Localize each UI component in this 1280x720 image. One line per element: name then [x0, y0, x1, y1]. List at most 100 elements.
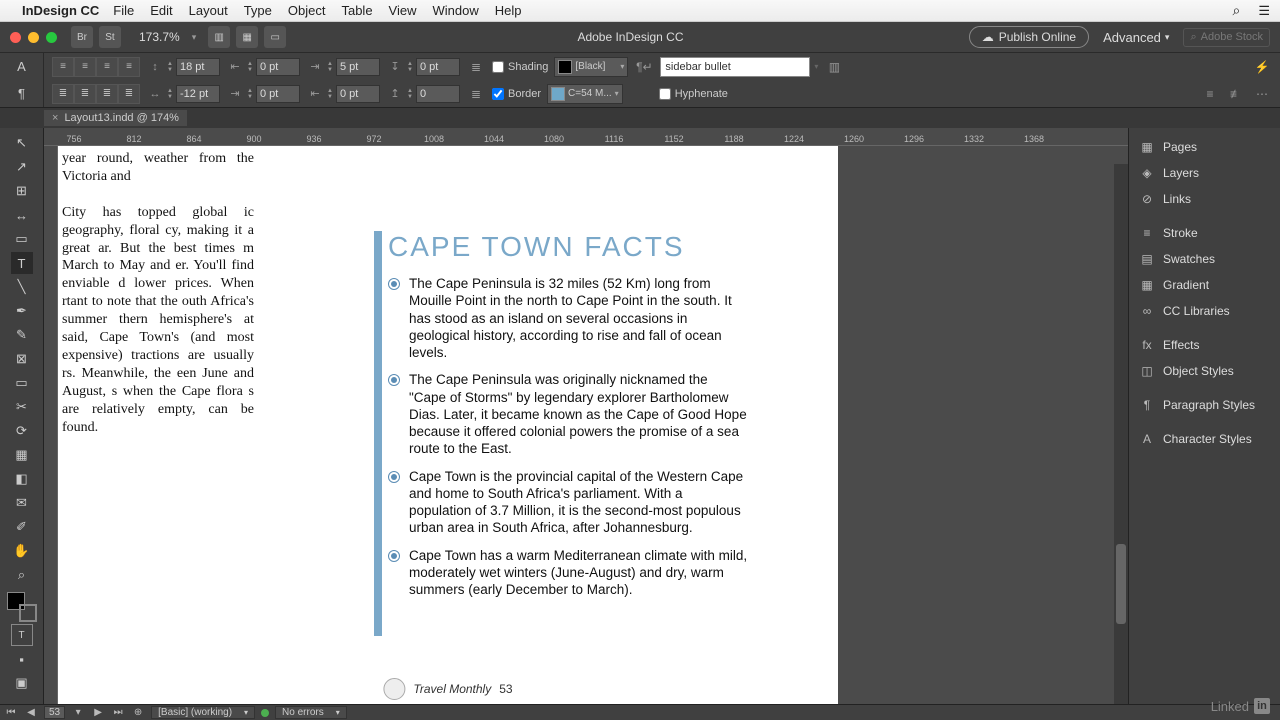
prev-page-icon[interactable]: ◀ [24, 707, 38, 718]
gradient-feather-tool-icon[interactable]: ◧ [11, 468, 33, 490]
space-after-field[interactable]: ↥▲▼ [386, 85, 460, 103]
panel-paragraph-styles[interactable]: ¶Paragraph Styles [1129, 392, 1280, 418]
panel-effects[interactable]: fxEffects [1129, 332, 1280, 358]
justify-right-icon[interactable]: ≣ [96, 84, 118, 104]
tracking-field[interactable]: ↔▲▼ [146, 85, 220, 103]
justify-all-icon[interactable]: ≣ [118, 84, 140, 104]
panel-stroke[interactable]: ≡Stroke [1129, 220, 1280, 246]
arrange-icon[interactable]: ▭ [264, 26, 286, 48]
panel-cc-libraries[interactable]: ∞CC Libraries [1129, 298, 1280, 324]
menu-window[interactable]: Window [433, 3, 479, 18]
menu-icon[interactable]: ☰ [1258, 3, 1270, 19]
selection-tool-icon[interactable]: ↖ [11, 132, 33, 154]
align-justify-icon[interactable]: ≡ [118, 57, 140, 77]
bridge-icon[interactable]: Br [71, 26, 93, 48]
preflight-selector[interactable]: No errors▾ [275, 706, 347, 719]
type-tool-icon[interactable]: T [11, 252, 33, 274]
page-number-field[interactable]: 53 [44, 706, 65, 719]
align-center-icon[interactable]: ≡ [74, 57, 96, 77]
minimize-window-icon[interactable] [28, 32, 39, 43]
line-tool-icon[interactable]: ╲ [11, 276, 33, 298]
panel-links[interactable]: ⊘Links [1129, 186, 1280, 212]
last-line-indent-field[interactable]: ⇤▲▼ [306, 85, 380, 103]
facts-sidebar[interactable]: CAPE TOWN FACTS The Cape Peninsula is 32… [388, 231, 748, 609]
horizontal-ruler[interactable]: 756 812 864 900 936 972 1008 1044 1080 1… [44, 128, 1128, 146]
app-name[interactable]: InDesign CC [22, 3, 99, 18]
character-mode-icon[interactable]: A [0, 53, 44, 80]
rectangle-tool-icon[interactable]: ▭ [11, 372, 33, 394]
leading-field[interactable]: ↕▲▼ [146, 58, 220, 76]
fact-item[interactable]: The Cape Peninsula was originally nickna… [388, 371, 748, 457]
justify-left-icon[interactable]: ≣ [52, 84, 74, 104]
close-window-icon[interactable] [10, 32, 21, 43]
eyedropper-tool-icon[interactable]: ✐ [11, 516, 33, 538]
justify-center-icon[interactable]: ≣ [74, 84, 96, 104]
zoom-tool-icon[interactable]: ⌕ [11, 564, 33, 586]
content-collector-icon[interactable]: ▭ [11, 228, 33, 250]
menu-layout[interactable]: Layout [189, 3, 228, 18]
adobe-stock-search[interactable]: ⌕ Adobe Stock [1183, 28, 1270, 47]
border-checkbox[interactable] [492, 88, 504, 100]
space-before-field[interactable]: ↧▲▼ [386, 58, 460, 76]
vertical-scrollbar[interactable] [1114, 164, 1128, 704]
publish-online-button[interactable]: ☁ Publish Online [969, 26, 1089, 48]
apply-color-icon[interactable]: ▪ [11, 648, 33, 670]
border-swatch-selector[interactable]: C=54 M... ▾ [547, 84, 623, 104]
paragraph-style-selector[interactable]: sidebar bullet [660, 57, 810, 77]
panel-gradient[interactable]: ▦Gradient [1129, 272, 1280, 298]
scissors-tool-icon[interactable]: ✂ [11, 396, 33, 418]
screen-mode-icon[interactable]: ▦ [236, 26, 258, 48]
pen-tool-icon[interactable]: ✒ [11, 300, 33, 322]
formatting-text-icon[interactable]: T [11, 624, 33, 646]
stock-icon[interactable]: St [99, 26, 121, 48]
dropcap-chars-icon[interactable]: ≣ [466, 85, 486, 103]
quick-apply-icon[interactable]: ⚡ [1252, 58, 1272, 76]
panel-character-styles[interactable]: ACharacter Styles [1129, 426, 1280, 452]
dropcap-lines-icon[interactable]: ≣ [466, 58, 486, 76]
close-tab-icon[interactable]: × [52, 112, 58, 124]
chevron-down-icon[interactable]: ▾ [192, 32, 197, 43]
menu-type[interactable]: Type [244, 3, 272, 18]
fill-stroke-control[interactable] [7, 592, 37, 622]
chevron-down-icon[interactable]: ▾ [814, 62, 818, 71]
menu-view[interactable]: View [389, 3, 417, 18]
next-page-icon[interactable]: ▶ [91, 707, 105, 718]
zoom-level[interactable]: 173.7% [133, 28, 186, 46]
document-page[interactable]: year round, weather from the Victoria an… [58, 146, 838, 704]
first-page-icon[interactable]: ⏮ [4, 707, 18, 718]
note-tool-icon[interactable]: ✉ [11, 492, 33, 514]
rectangle-frame-tool-icon[interactable]: ⊠ [11, 348, 33, 370]
panel-menu-icon[interactable]: ⋯ [1252, 85, 1272, 103]
view-options-icon[interactable]: ▥ [208, 26, 230, 48]
menu-file[interactable]: File [113, 3, 134, 18]
gradient-swatch-tool-icon[interactable]: ▦ [11, 444, 33, 466]
menu-help[interactable]: Help [495, 3, 522, 18]
panel-pages[interactable]: ▦Pages [1129, 134, 1280, 160]
page-dropdown-icon[interactable]: ▾ [71, 707, 85, 718]
gap-tool-icon[interactable]: ↔ [11, 204, 33, 226]
baseline-grid-off-icon[interactable]: ≢ [1226, 85, 1246, 103]
align-right-icon[interactable]: ≡ [96, 57, 118, 77]
direct-selection-tool-icon[interactable]: ↗ [11, 156, 33, 178]
zoom-window-icon[interactable] [46, 32, 57, 43]
paragraph-mode-icon[interactable]: ¶ [0, 80, 44, 107]
hand-tool-icon[interactable]: ✋ [11, 540, 33, 562]
page-tool-icon[interactable]: ⊞ [11, 180, 33, 202]
workspace-selector[interactable]: Advanced ▾ [1103, 30, 1169, 45]
vertical-ruler[interactable] [44, 146, 58, 704]
fact-item[interactable]: Cape Town is the provincial capital of t… [388, 468, 748, 537]
menu-table[interactable]: Table [341, 3, 372, 18]
screen-mode-icon[interactable]: ▣ [11, 672, 33, 694]
hyphenate-checkbox[interactable] [659, 88, 671, 100]
shading-checkbox[interactable] [492, 61, 504, 73]
panel-object-styles[interactable]: ◫Object Styles [1129, 358, 1280, 384]
facts-title[interactable]: CAPE TOWN FACTS [388, 231, 748, 263]
first-line-indent-field[interactable]: ⇥▲▼ [306, 58, 380, 76]
pencil-tool-icon[interactable]: ✎ [11, 324, 33, 346]
open-icon[interactable]: ⊕ [131, 707, 145, 718]
document-area[interactable]: year round, weather from the Victoria an… [44, 146, 1128, 704]
align-left-icon[interactable]: ≡ [52, 57, 74, 77]
shading-swatch-selector[interactable]: [Black] ▾ [554, 57, 628, 77]
fact-item[interactable]: The Cape Peninsula is 32 miles (52 Km) l… [388, 275, 748, 361]
menu-edit[interactable]: Edit [150, 3, 172, 18]
